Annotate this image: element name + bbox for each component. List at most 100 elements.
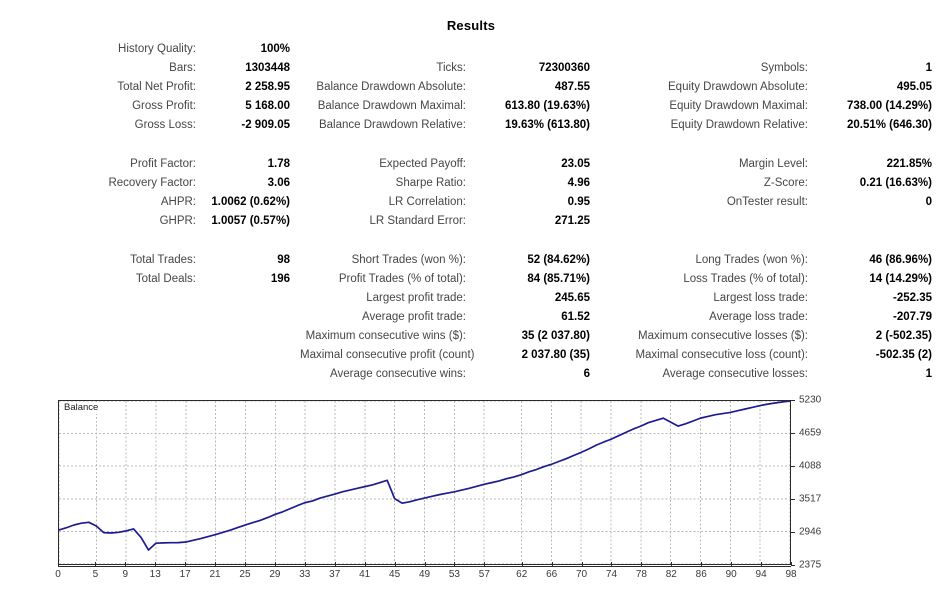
- stat-sharpe-ratio: Sharpe Ratio: 4.96: [300, 174, 600, 193]
- stat-label: OnTester result:: [726, 196, 808, 208]
- y-axis-tick: [791, 532, 795, 533]
- stat-maximal-consecutive-profit: Maximal consecutive profit (count): 2 03…: [300, 346, 600, 365]
- x-axis-tick-label: 5: [92, 569, 99, 580]
- stat-average-consecutive-losses: Average consecutive losses: 1: [600, 365, 942, 384]
- x-axis-tick-label: 86: [695, 569, 707, 580]
- x-axis-tick-label: 37: [329, 569, 341, 580]
- stat-label: Profit Factor:: [130, 158, 196, 170]
- y-axis-tick-label: 5230: [799, 394, 822, 406]
- stat-value: 5 168.00: [245, 100, 290, 112]
- stat-label: Gross Loss:: [134, 119, 196, 131]
- stat-ghpr: GHPR: 1.0057 (0.57%): [0, 212, 300, 231]
- x-axis-tick: [484, 562, 486, 566]
- x-axis-tick-label: 90: [725, 569, 737, 580]
- stat-value: 3.06: [267, 177, 290, 189]
- stat-value: 613.80 (19.63%): [504, 100, 590, 112]
- stat-short-trades: Short Trades (won %): 52 (84.62%): [300, 251, 600, 270]
- stat-label: Expected Payoff:: [379, 158, 466, 170]
- stat-total-net-profit: Total Net Profit: 2 258.95: [0, 78, 300, 97]
- chart-series-balance: [59, 401, 790, 564]
- page-title: Results: [446, 18, 496, 33]
- stats-group-1: History Quality: 100% Bars: 1303448 Tota…: [0, 40, 942, 135]
- stat-label: Equity Drawdown Maximal:: [669, 100, 808, 112]
- x-axis-tick: [581, 562, 583, 566]
- stat-bars: Bars: 1303448: [0, 59, 300, 78]
- stat-ticks: Ticks: 72300360: [300, 59, 600, 78]
- x-axis-baseline: [58, 566, 791, 567]
- x-axis-tick: [334, 562, 336, 566]
- stat-value: 4.96: [567, 177, 590, 189]
- x-axis-tick-label: 29: [269, 569, 281, 580]
- stat-maximum-consecutive-wins: Maximum consecutive wins ($): 35 (2 037.…: [300, 327, 600, 346]
- stat-value: 19.63% (613.80): [504, 119, 590, 131]
- stat-balance-drawdown-absolute: Balance Drawdown Absolute: 487.55: [300, 78, 600, 97]
- stat-label: Loss Trades (% of total):: [683, 273, 808, 285]
- stat-value: 2 258.95: [245, 81, 290, 93]
- stat-expected-payoff: Expected Payoff: 23.05: [300, 155, 600, 174]
- x-axis-tick: [244, 562, 246, 566]
- stats-group-3-col-2: Short Trades (won %): 52 (84.62%) Profit…: [300, 251, 600, 384]
- stat-value: 98: [277, 254, 290, 266]
- balance-chart[interactable]: Balance: [58, 400, 791, 565]
- x-axis-tick-label: 41: [359, 569, 371, 580]
- x-axis-tick-label: 53: [448, 569, 460, 580]
- x-axis-tick-label: 82: [665, 569, 677, 580]
- x-axis-tick-label: 9: [122, 569, 129, 580]
- stat-margin-level: Margin Level: 221.85%: [600, 155, 942, 174]
- x-axis-tick: [671, 562, 673, 566]
- x-axis-tick-label: 70: [576, 569, 588, 580]
- stat-label: LR Standard Error:: [369, 215, 466, 227]
- stat-label: Total Deals:: [135, 273, 196, 285]
- stat-ahpr: AHPR: 1.0062 (0.62%): [0, 193, 300, 212]
- stat-value: -252.35: [892, 292, 932, 304]
- x-axis-tick: [641, 562, 643, 566]
- stat-value: -207.79: [892, 311, 932, 323]
- y-axis-tick-label: 2375: [799, 559, 822, 571]
- stat-label: Short Trades (won %):: [351, 254, 466, 266]
- x-axis-tick-label: 0: [55, 569, 61, 580]
- stat-value: 46 (86.96%): [869, 254, 932, 266]
- y-axis-tick-label: 4659: [799, 427, 822, 439]
- stat-history-quality: History Quality: 100%: [0, 40, 300, 59]
- stat-recovery-factor: Recovery Factor: 3.06: [0, 174, 300, 193]
- stat-label: Z-Score:: [763, 177, 808, 189]
- stat-value: -502.35 (2): [875, 349, 932, 361]
- x-axis-tick: [701, 562, 703, 566]
- stat-equity-drawdown-relative: Equity Drawdown Relative: 20.51% (646.30…: [600, 116, 942, 135]
- stat-loss-trades: Loss Trades (% of total): 14 (14.29%): [600, 270, 942, 289]
- stat-value: 1.0062 (0.62%): [211, 196, 290, 208]
- stat-profit-trades: Profit Trades (% of total): 84 (85.71%): [300, 270, 600, 289]
- stat-value: 738.00 (14.29%): [846, 100, 932, 112]
- stat-label: Gross Profit:: [132, 100, 196, 112]
- stat-label: Margin Level:: [738, 158, 808, 170]
- stat-equity-drawdown-absolute: Equity Drawdown Absolute: 495.05: [600, 78, 942, 97]
- y-axis-tick: [791, 400, 795, 401]
- stat-value: 1: [925, 62, 932, 74]
- stats-group-3-col-3: Long Trades (won %): 46 (86.96%) Loss Tr…: [600, 251, 942, 384]
- x-axis-tick: [521, 562, 523, 566]
- stat-label: Long Trades (won %):: [695, 254, 808, 266]
- x-axis-tick: [215, 562, 217, 566]
- y-axis-tick: [791, 466, 795, 467]
- y-axis-tick-label: 2946: [799, 526, 822, 538]
- stat-total-deals: Total Deals: 196: [0, 270, 300, 289]
- stat-label: AHPR:: [160, 196, 196, 208]
- chart-plot-area: [58, 400, 791, 565]
- stat-value: 72300360: [538, 62, 590, 74]
- x-axis-tick-label: 17: [179, 569, 191, 580]
- stat-total-trades: Total Trades: 98: [0, 251, 300, 270]
- stat-value: 245.65: [554, 292, 590, 304]
- stat-label: Maximum consecutive wins ($):: [305, 330, 466, 342]
- stat-label: GHPR:: [159, 215, 196, 227]
- x-axis-tick: [155, 562, 157, 566]
- x-axis-tick: [611, 562, 613, 566]
- x-axis-tick: [551, 562, 553, 566]
- stat-long-trades: Long Trades (won %): 46 (86.96%): [600, 251, 942, 270]
- chart-x-axis: 0 5 9 13 17 21 25 29 33 37 41 45 49 53 57 62 66 70 74 78 82 8…: [55, 562, 797, 586]
- stat-value: 20.51% (646.30): [846, 119, 932, 131]
- x-axis-tick: [274, 562, 276, 566]
- x-axis-tick-label: 62: [516, 569, 528, 580]
- stat-z-score: Z-Score: 0.21 (16.63%): [600, 174, 942, 193]
- stat-value: 52 (84.62%): [527, 254, 590, 266]
- stat-value: 1.78: [267, 158, 290, 170]
